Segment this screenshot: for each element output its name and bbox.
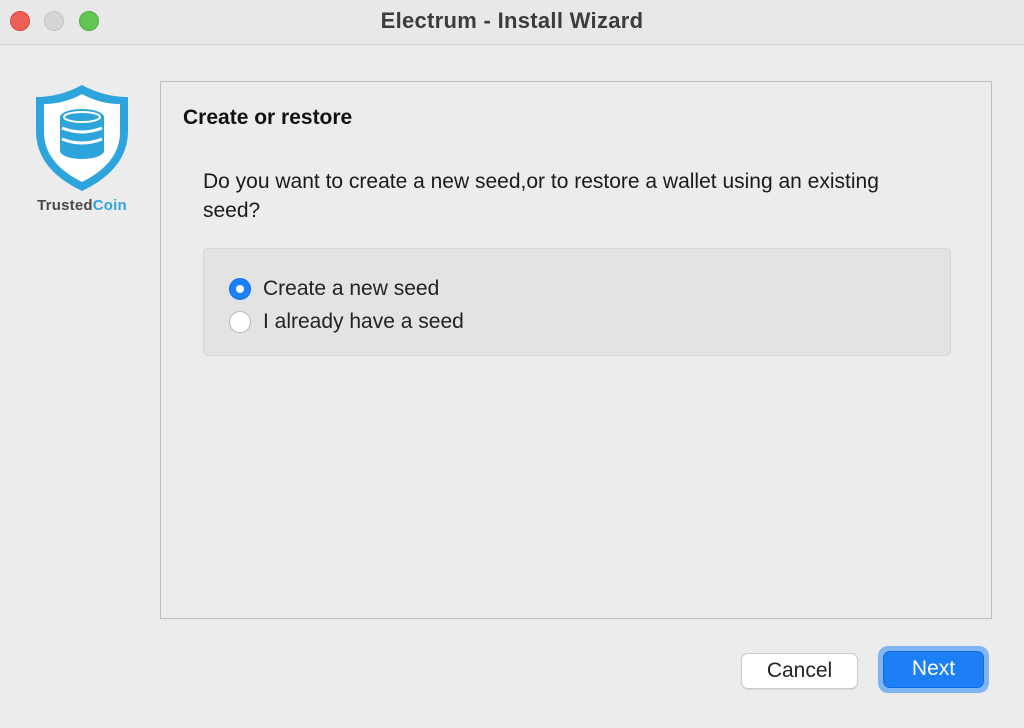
option-label[interactable]: I already have a seed [263,310,464,334]
radio-selected-icon[interactable] [229,278,251,300]
radio-unselected-icon[interactable] [229,311,251,333]
install-wizard-window: Electrum - Install Wizard TrustedCoin Cr… [0,0,1024,728]
shield-coins-icon [36,85,128,191]
title-bar: Electrum - Install Wizard [0,0,1024,45]
wizard-content-panel: Create or restore Do you want to create … [160,81,992,619]
option-have-seed[interactable]: I already have a seed [229,308,464,336]
option-label[interactable]: Create a new seed [263,277,439,301]
cancel-button[interactable]: Cancel [741,653,858,689]
window-title: Electrum - Install Wizard [380,8,644,33]
logo-wordmark: TrustedCoin [30,197,134,214]
logo-wordmark-part2: Coin [92,197,127,214]
question-text: Do you want to create a new seed,or to r… [203,170,879,222]
option-create-new-seed[interactable]: Create a new seed [229,275,439,303]
seed-options-group: Create a new seed I already have a seed [203,248,951,356]
logo-wordmark-part1: Trusted [37,197,93,214]
trustedcoin-logo: TrustedCoin [30,83,134,223]
next-button[interactable]: Next [883,651,984,688]
page-title: Create or restore [183,106,353,129]
